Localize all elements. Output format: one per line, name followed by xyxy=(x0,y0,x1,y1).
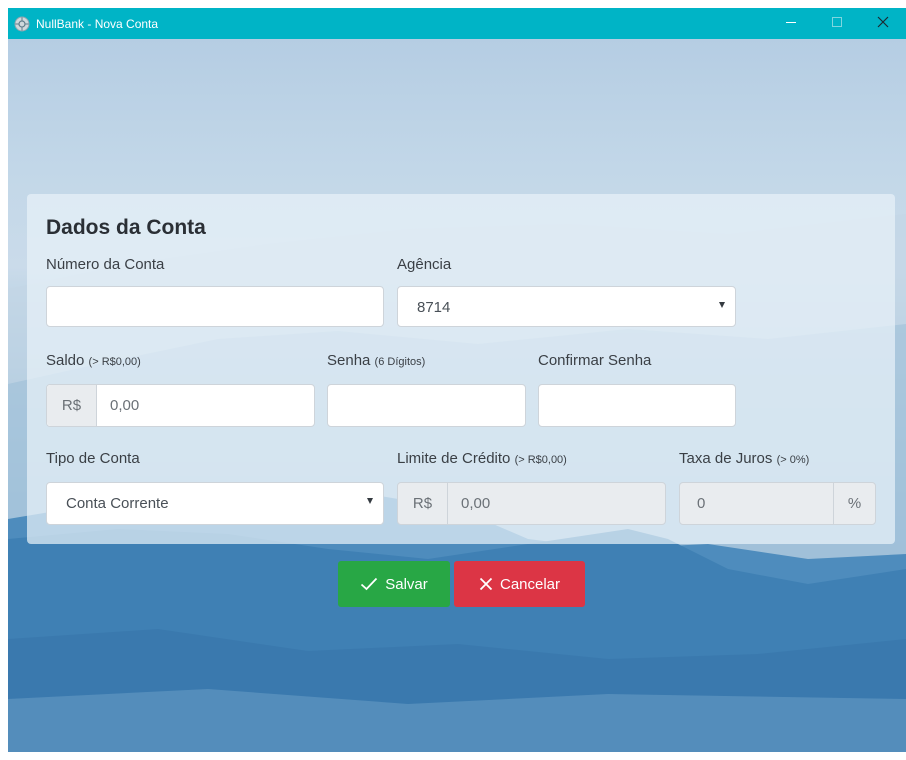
nullbank-logo-icon xyxy=(14,16,30,32)
senha-hint: (6 Dígitos) xyxy=(374,356,426,368)
close-icon xyxy=(877,15,889,33)
tipo-conta-label: Tipo de Conta xyxy=(46,450,140,467)
limite-credito-currency-prefix: R$ xyxy=(398,483,448,524)
save-button[interactable]: Salvar xyxy=(338,561,450,607)
senha-label-text: Senha xyxy=(327,352,371,369)
taxa-juros-input: 0 xyxy=(697,495,706,512)
limite-credito-input-group: R$ 0,00 xyxy=(397,482,666,525)
taxa-juros-label-text: Taxa de Juros xyxy=(679,450,773,467)
cancel-button[interactable]: Cancelar xyxy=(454,561,585,607)
form-heading: Dados da Conta xyxy=(46,216,206,239)
saldo-input-group[interactable]: R$ 0,00 xyxy=(46,384,315,427)
numero-conta-input[interactable] xyxy=(46,286,384,327)
saldo-label: Saldo (> R$0,00) xyxy=(46,352,141,369)
close-button[interactable] xyxy=(860,8,906,39)
maximize-button[interactable] xyxy=(814,8,860,39)
saldo-hint: (> R$0,00) xyxy=(88,356,141,368)
limite-credito-label-text: Limite de Crédito xyxy=(397,450,511,467)
minimize-button[interactable] xyxy=(768,8,814,39)
save-button-label: Salvar xyxy=(385,575,428,593)
limite-credito-hint: (> R$0,00) xyxy=(514,454,567,466)
saldo-currency-prefix: R$ xyxy=(47,385,97,426)
senha-input[interactable] xyxy=(327,384,526,427)
title-bar[interactable]: NullBank - Nova Conta xyxy=(8,8,906,39)
confirmar-senha-label: Confirmar Senha xyxy=(538,352,652,369)
numero-conta-label: Número da Conta xyxy=(46,256,165,273)
saldo-label-text: Saldo xyxy=(46,352,85,369)
window-title: NullBank - Nova Conta xyxy=(36,16,159,31)
chevron-down-icon xyxy=(719,302,725,308)
taxa-juros-hint: (> 0%) xyxy=(776,454,810,466)
minimize-icon xyxy=(785,15,797,33)
close-icon xyxy=(479,577,493,591)
chevron-down-icon xyxy=(367,498,373,504)
maximize-icon xyxy=(831,15,843,33)
limite-credito-label: Limite de Crédito (> R$0,00) xyxy=(397,450,567,467)
taxa-juros-percent-suffix: % xyxy=(833,483,875,524)
app-window: NullBank - Nova Conta Dados da Conta Núm… xyxy=(8,8,906,752)
senha-label: Senha (6 Dígitos) xyxy=(327,352,425,369)
saldo-input[interactable]: 0,00 xyxy=(110,397,139,414)
tipo-conta-selected-value: Conta Corrente xyxy=(66,495,169,512)
agencia-select[interactable]: 8714 xyxy=(397,286,736,327)
taxa-juros-label: Taxa de Juros (> 0%) xyxy=(679,450,809,467)
tipo-conta-select[interactable]: Conta Corrente xyxy=(46,482,384,525)
taxa-juros-input-group: 0 % xyxy=(679,482,876,525)
main-content: Dados da Conta Número da Conta Agência 8… xyxy=(8,39,906,752)
agencia-label: Agência xyxy=(397,256,452,273)
cancel-button-label: Cancelar xyxy=(499,575,561,593)
confirmar-senha-input[interactable] xyxy=(538,384,736,427)
agencia-selected-value: 8714 xyxy=(417,299,451,316)
check-icon xyxy=(360,577,378,591)
limite-credito-input: 0,00 xyxy=(461,495,491,512)
account-form-panel: Dados da Conta Número da Conta Agência 8… xyxy=(27,194,895,544)
